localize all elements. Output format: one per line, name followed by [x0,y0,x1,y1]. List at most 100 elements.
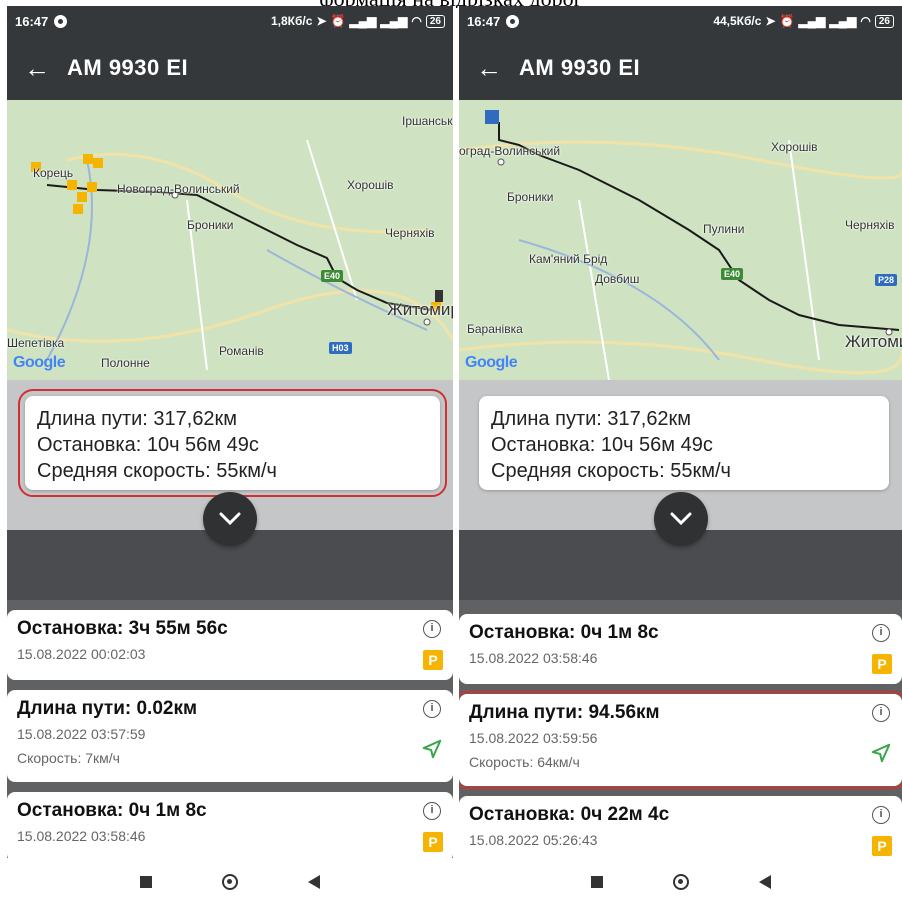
event-list: Остановка: 3ч 55м 56с 15.08.2022 00:02:0… [7,602,453,858]
status-time: 16:47 [15,13,49,29]
info-icon[interactable]: i [872,806,890,824]
list-item[interactable]: Остановка: 0ч 1м 8с 15.08.2022 03:58:46 … [459,614,902,684]
home-button[interactable] [222,873,238,890]
road-badge-h03: H03 [329,342,352,354]
info-icon[interactable]: i [423,620,441,638]
page-title: AM 9930 EI [519,55,641,80]
network-speed: 1,8Кб/с [271,14,313,28]
signal-icon-2: ▂▄▆ [829,14,857,28]
arrow-left-icon[interactable]: ← [7,36,67,100]
map-label-novograd: оград-Волинський [459,144,561,158]
system-nav-bar-right [459,866,902,897]
back-button[interactable] [308,874,320,889]
battery-icon: 26 [874,14,894,28]
item-date: 15.08.2022 03:59:56 [469,730,598,746]
item-speed: Скорость: 7км/ч [17,750,120,766]
item-date: 15.08.2022 03:57:59 [17,726,146,742]
list-item[interactable]: Остановка: 0ч 1м 8с 15.08.2022 03:58:46 … [7,792,453,858]
wifi-icon: ◠ [411,14,422,28]
status-bar: 16:47 44,5Кб/с ➤ ⏰ ▂▄▆ ▂▄▆ ◠ 26 [459,6,902,36]
list-item[interactable]: Остановка: 3ч 55м 56с 15.08.2022 00:02:0… [7,610,453,680]
location-icon: ➤ [316,14,327,28]
list-item[interactable]: Остановка: 0ч 22м 4с 15.08.2022 05:26:43… [459,796,902,858]
chevron-down-icon [219,512,241,526]
map-label-baranivka: Баранівка [467,322,523,336]
map-label-chernyakh: Черняхів [845,218,895,232]
back-button[interactable] [758,874,771,889]
summary-speed: Средняя скорость: 55км/ч [491,460,731,482]
map-label-chernyakhiv: Черняхів [385,226,435,240]
phone-screen-right: 16:47 44,5Кб/с ➤ ⏰ ▂▄▆ ▂▄▆ ◠ 26 ← AM 993… [459,6,902,858]
list-item[interactable]: Длина пути: 94.56км 15.08.2022 03:59:56 … [459,691,902,789]
event-list: Остановка: 0ч 1м 8с 15.08.2022 03:58:46 … [459,602,902,858]
navigation-arrow-icon [871,743,891,763]
parking-icon: P [872,654,892,674]
route-map[interactable]: Іршанськ Корець Новоград-Волинський Хоро… [7,100,453,380]
map-label-zhytomyr: Житомир [845,332,902,351]
map-label-irshansk: Іршанськ [402,114,453,128]
trip-summary-card: Длина пути: 317,62км Остановка: 10ч 56м … [18,389,447,497]
signal-icon: ▂▄▆ [798,14,826,28]
map-label-shepetivka: Шепетівка [7,336,65,350]
list-item[interactable]: Длина пути: 0.02км 15.08.2022 03:57:59 С… [7,690,453,782]
map-label-romaniv: Романів [219,344,264,358]
signal-icon: ▂▄▆ [349,14,377,28]
info-icon[interactable]: i [872,704,890,722]
item-title: Остановка: 0ч 22м 4с [469,804,670,825]
app-bar: ← AM 9930 EI [7,36,453,100]
item-title: Остановка: 3ч 55м 56с [17,618,228,639]
google-logo: Google [465,354,518,371]
network-speed: 44,5Кб/с [713,14,762,28]
arrow-left-icon[interactable]: ← [459,36,519,100]
signal-icon-2: ▂▄▆ [380,14,408,28]
parking-icon: P [872,836,892,856]
map-label-zhytomyr: Житомир [387,300,453,319]
road-badge-e40: E40 [721,268,744,280]
map-label-kamyaniy: Кам'яний Брід [529,252,608,266]
home-button[interactable] [672,873,689,890]
page-title: AM 9930 EI [67,55,189,80]
map-label-bronyky: Броники [187,218,234,232]
item-date: 15.08.2022 00:02:03 [17,646,146,662]
battery-icon: 26 [425,14,445,28]
item-title: Остановка: 0ч 1м 8с [469,622,659,643]
item-speed: Скорость: 64км/ч [469,754,580,770]
road-badge-p28: P28 [875,274,898,286]
summary-stop: Остановка: 10ч 56м 49с [37,434,259,456]
alarm-icon: ⏰ [330,14,346,28]
map-label-pulyny: Пулини [703,222,745,236]
recents-button[interactable] [590,875,603,888]
map-label-khoroshiv: Хорошів [347,178,394,192]
map-label-dovbysh: Довбиш [595,272,640,286]
system-nav-bar-left [7,866,453,897]
chevron-down-icon [670,512,691,526]
location-icon: ➤ [765,14,776,28]
notification-icon [54,14,68,28]
item-date: 15.08.2022 03:58:46 [469,650,598,666]
collapse-toggle-button[interactable] [203,492,257,546]
phone-screen-left: 16:47 1,8Кб/с ➤ ⏰ ▂▄▆ ▂▄▆ ◠ 26 ← AM 9930… [7,6,453,858]
recents-button[interactable] [140,875,152,888]
parking-icon: P [423,832,443,852]
item-title: Длина пути: 0.02км [17,698,198,719]
collapse-toggle-button[interactable] [653,492,708,546]
alarm-icon: ⏰ [779,14,795,28]
info-icon[interactable]: i [872,624,890,642]
summary-panel: Длина пути: 317,62км Остановка: 10ч 56м … [459,380,902,600]
info-icon[interactable]: i [423,700,441,718]
notification-icon [506,14,520,28]
summary-distance: Длина пути: 317,62км [491,408,692,430]
app-bar: ← AM 9930 EI [459,36,902,100]
map-label-korets: Корець [33,166,74,180]
parking-icon: P [423,650,443,670]
item-date: 15.08.2022 05:26:43 [469,832,598,848]
navigation-arrow-icon [422,739,442,759]
map-canvas [7,100,453,380]
status-time: 16:47 [467,13,501,29]
wifi-icon: ◠ [860,14,871,28]
route-map[interactable]: оград-Волинський Хорошів Броники Пулини … [459,100,902,380]
item-title: Длина пути: 94.56км [469,702,660,723]
map-label-khoroshiv: Хорошів [771,140,818,154]
info-icon[interactable]: i [423,802,441,820]
summary-panel: Длина пути: 317,62км Остановка: 10ч 56м … [7,380,453,600]
